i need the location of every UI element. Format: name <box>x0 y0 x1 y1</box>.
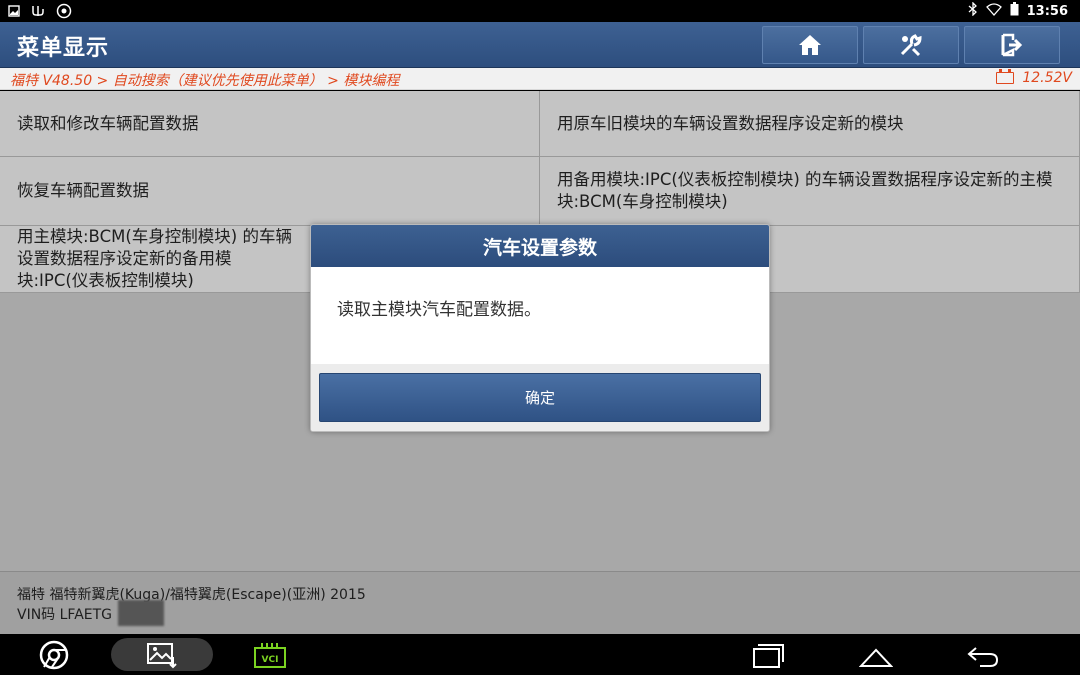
car-battery-icon <box>996 69 1015 84</box>
voltage-indicator: 12.52V <box>996 69 1072 86</box>
battery-icon <box>1010 2 1019 20</box>
home-nav-icon <box>859 648 893 667</box>
bluetooth-icon <box>968 1 978 20</box>
home-icon <box>799 35 821 55</box>
vci-icon: VCI <box>254 642 286 668</box>
menu-item-read-modify-config[interactable]: 读取和修改车辆配置数据 <box>0 91 540 157</box>
chrome-button[interactable] <box>36 638 72 671</box>
settings-badge-icon <box>56 3 72 23</box>
usb-icon <box>30 4 46 22</box>
app-header: 菜单显示 <box>0 22 1080 68</box>
wifi-icon <box>985 2 1002 20</box>
menu-item-label: 用主模块:BCM(车身控制模块) 的车辆设置数据程序设定新的备用模块:IPC(仪… <box>17 227 292 290</box>
menu-item-restore-config[interactable]: 恢复车辆配置数据 <box>0 157 540 226</box>
ok-button[interactable]: 确定 <box>319 373 761 422</box>
recent-apps-icon <box>753 643 784 668</box>
menu-item-program-from-old-module[interactable]: 用原车旧模块的车辆设置数据程序设定新的模块 <box>540 91 1080 157</box>
android-nav-bar: VCI <box>0 634 1080 675</box>
diagnostic-tools-button[interactable] <box>863 26 959 64</box>
clock: 13:56 <box>1026 3 1068 19</box>
recent-apps-button[interactable] <box>750 638 786 671</box>
exit-button[interactable] <box>964 26 1060 64</box>
page-title: 菜单显示 <box>17 36 110 61</box>
menu-item-label: 读取和修改车辆配置数据 <box>17 113 199 133</box>
diagnostic-tools-icon <box>900 34 922 57</box>
menu-item-program-bcm-from-ipc[interactable]: 用备用模块:IPC(仪表板控制模块) 的车辆设置数据程序设定新的主模块:BCM(… <box>540 157 1080 226</box>
home-button[interactable] <box>762 26 858 64</box>
dialog-title: 汽车设置参数 <box>311 225 769 267</box>
breadcrumb-bar: 福特 V48.50 > 自动搜索（建议优先使用此菜单） > 模块编程 12.52… <box>0 68 1080 90</box>
vehicle-settings-dialog: 汽车设置参数 读取主模块汽车配置数据。 确定 <box>310 224 770 432</box>
back-button[interactable] <box>965 638 1001 671</box>
dialog-message: 读取主模块汽车配置数据。 <box>337 300 541 320</box>
menu-item-label: 用备用模块:IPC(仪表板控制模块) 的车辆设置数据程序设定新的主模块:BCM(… <box>557 170 1053 211</box>
dialog-footer: 确定 <box>311 364 769 431</box>
gallery-button[interactable] <box>111 638 213 671</box>
home-nav-button[interactable] <box>858 638 894 671</box>
vin-redaction <box>118 600 164 626</box>
image-icon <box>8 5 20 21</box>
vehicle-vin: VIN码 LFAETG <box>17 607 113 623</box>
vehicle-model: 福特 福特新翼虎(Kuga)/福特翼虎(Escape)(亚洲) 2015 <box>17 587 366 603</box>
vehicle-info: 福特 福特新翼虎(Kuga)/福特翼虎(Escape)(亚洲) 2015 VIN… <box>0 571 1080 634</box>
back-icon <box>967 646 999 667</box>
vci-label: VCI <box>262 655 279 665</box>
breadcrumb: 福特 V48.50 > 自动搜索（建议优先使用此菜单） > 模块编程 <box>10 73 400 89</box>
voltage-value: 12.52V <box>1022 70 1072 86</box>
vci-button[interactable]: VCI <box>252 638 288 671</box>
menu-item-label: 用原车旧模块的车辆设置数据程序设定新的模块 <box>557 113 904 133</box>
chrome-icon <box>39 640 69 669</box>
status-bar: 13:56 <box>0 0 1080 22</box>
exit-icon <box>1001 33 1023 57</box>
gallery-icon <box>147 642 177 668</box>
menu-item-label: 恢复车辆配置数据 <box>17 181 149 200</box>
